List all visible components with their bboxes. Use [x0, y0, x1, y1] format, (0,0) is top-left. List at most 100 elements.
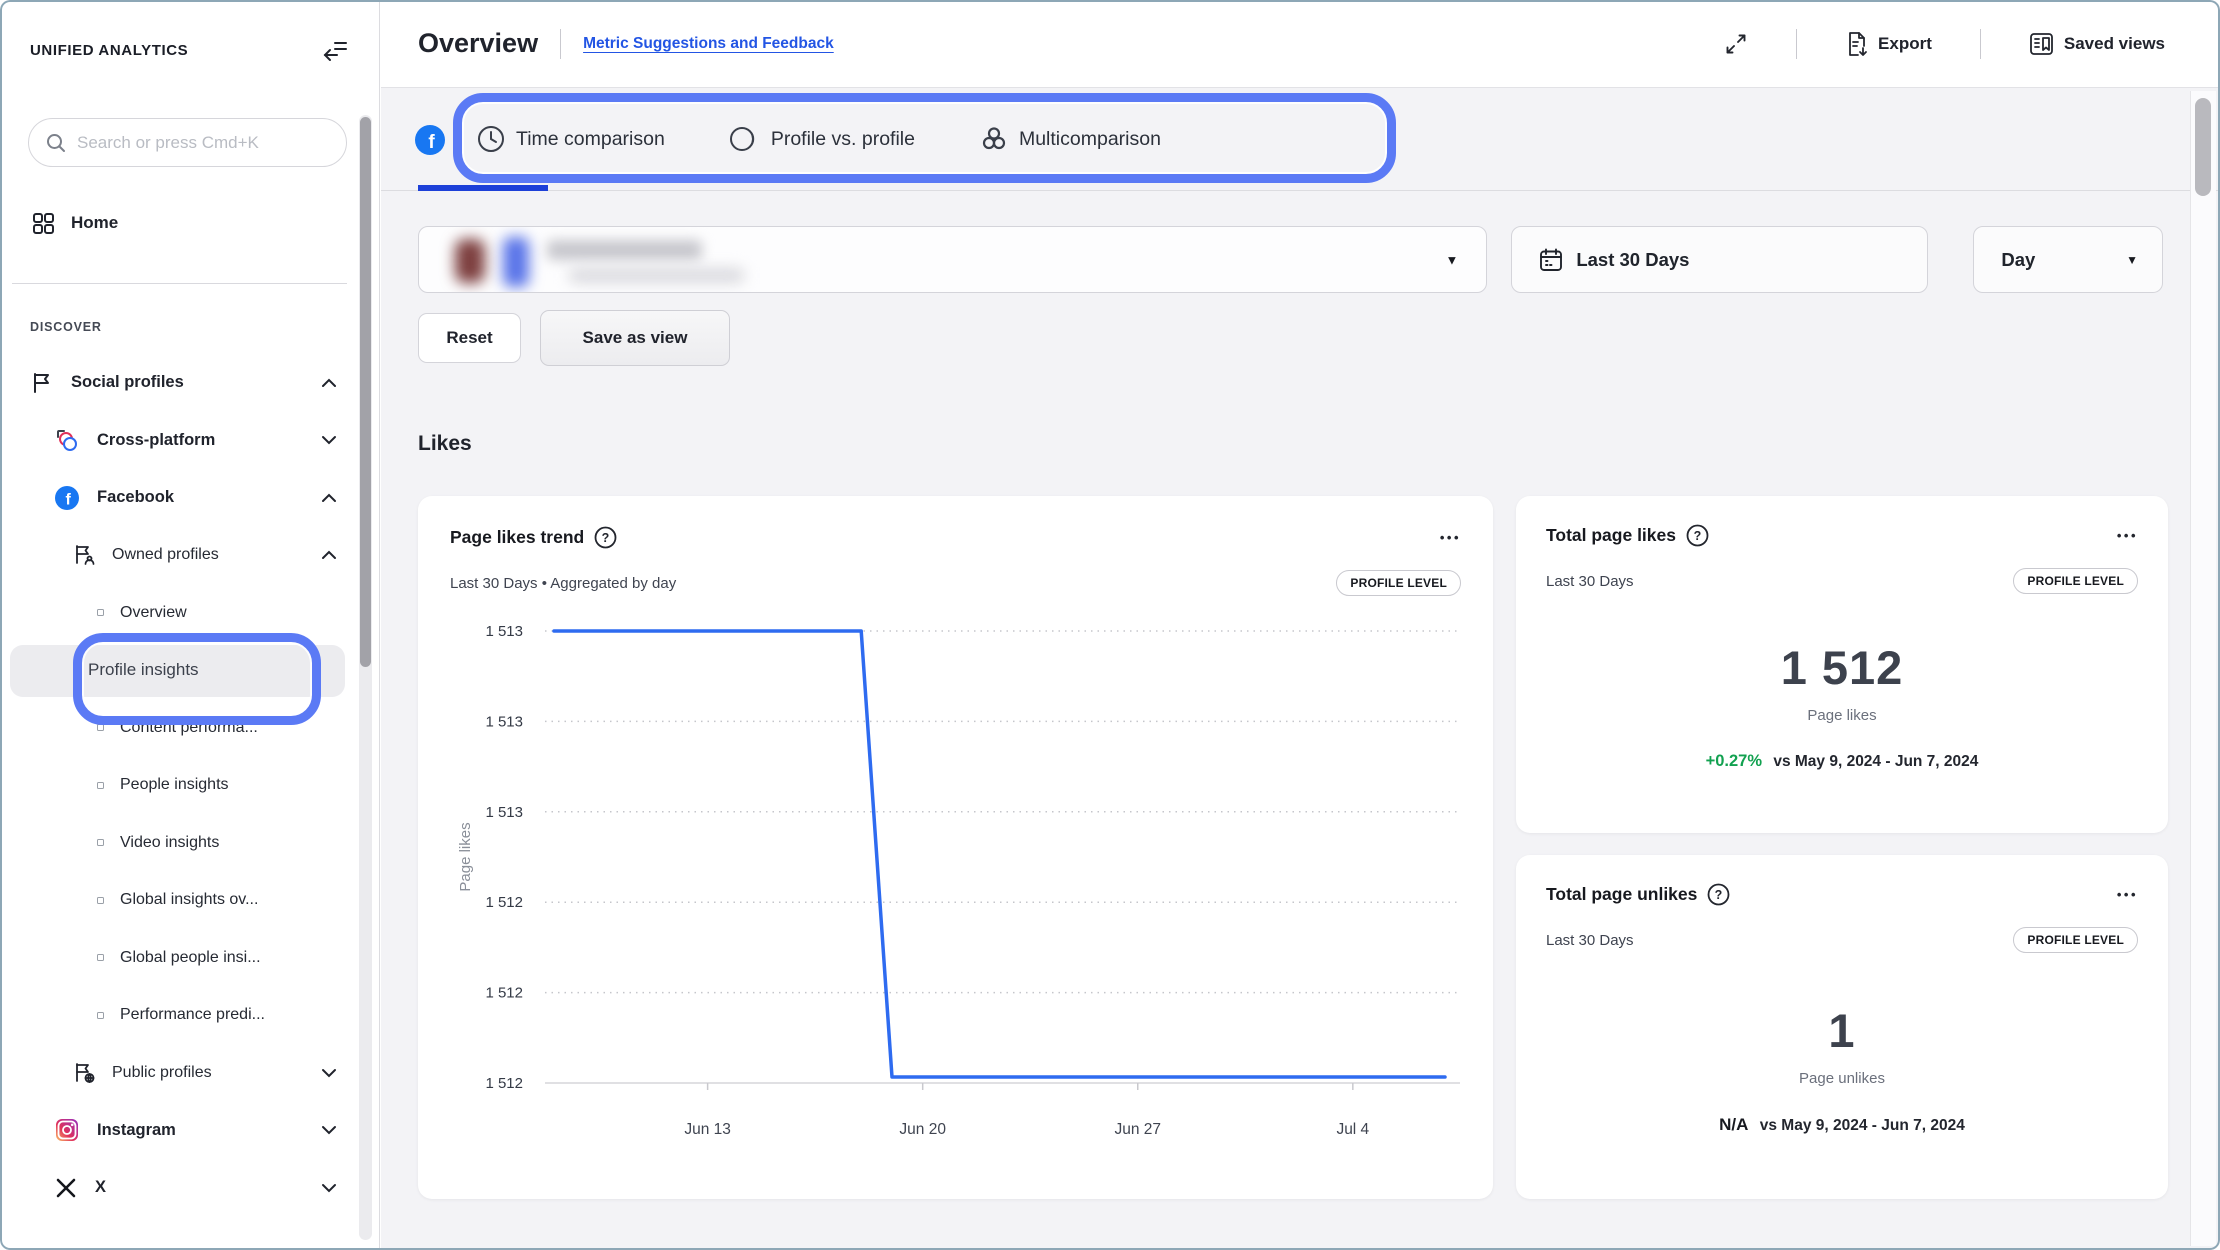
help-icon[interactable]: ?	[1707, 883, 1730, 906]
cross-platform-icon	[54, 427, 80, 453]
page-likes-trend-chart: 1 5131 5131 5131 5121 5121 512Jun 13Jun …	[450, 602, 1461, 1162]
dropdown-caret-icon: ▼	[1445, 252, 1458, 267]
search-box[interactable]	[28, 118, 347, 167]
svg-text:1 512: 1 512	[485, 1075, 523, 1092]
svg-text:1 513: 1 513	[485, 713, 523, 730]
expand-fullscreen-icon[interactable]	[1724, 32, 1748, 56]
help-icon[interactable]: ?	[1686, 524, 1709, 547]
sidebar-item-cross-platform[interactable]: Cross-platform	[0, 412, 379, 470]
sidebar-nav: Social profiles Cross-platform	[0, 354, 379, 1217]
page-likes-trend-card: Page likes trend ? ••• Last 30 Days • Ag…	[418, 496, 1493, 1199]
total-page-unlikes-value: 1	[1546, 1003, 2138, 1058]
clock-icon	[476, 124, 506, 154]
help-icon[interactable]: ?	[594, 526, 617, 549]
card-menu-icon[interactable]: •••	[2117, 528, 2138, 543]
card-menu-icon[interactable]: •••	[1440, 530, 1461, 545]
svg-text:?: ?	[1694, 529, 1702, 543]
square-bullet-icon	[97, 839, 104, 846]
chart-card-title: Page likes trend	[450, 527, 584, 548]
half-circle-icon	[729, 124, 761, 154]
page-header: Overview Metric Suggestions and Feedback	[381, 0, 2220, 88]
sidebar-item-x[interactable]: X	[0, 1159, 379, 1217]
delta-value: N/A	[1719, 1115, 1748, 1134]
public-profiles-icon	[73, 1061, 97, 1085]
chevron-down-icon[interactable]	[319, 1120, 339, 1140]
calendar-icon	[1538, 247, 1564, 273]
export-button[interactable]: Export	[1845, 31, 1932, 57]
profile-level-badge: PROFILE LEVEL	[2013, 568, 2138, 594]
sidebar-item-facebook[interactable]: f Facebook	[0, 469, 379, 527]
sidebar-item-home[interactable]: Home	[0, 203, 379, 243]
header-divider	[1796, 29, 1797, 59]
square-bullet-icon	[97, 724, 104, 731]
sidebar: UNIFIED ANALYTICS	[0, 0, 380, 1250]
sidebar-item-content-performance[interactable]: Content performa...	[0, 699, 379, 757]
chevron-up-icon[interactable]	[319, 545, 339, 565]
collapse-sidebar-icon[interactable]	[321, 36, 349, 64]
total-page-likes-value: 1 512	[1546, 640, 2138, 695]
delta-value: +0.27%	[1706, 752, 1762, 770]
svg-text:Page likes: Page likes	[457, 822, 474, 891]
metric-label: Page unlikes	[1546, 1070, 2138, 1087]
sidebar-item-social-profiles[interactable]: Social profiles	[0, 354, 379, 412]
blurred-avatar	[503, 237, 529, 287]
sidebar-item-performance-prediction[interactable]: Performance predi...	[0, 987, 379, 1045]
svg-text:f: f	[428, 132, 435, 153]
square-bullet-icon	[97, 782, 104, 789]
comparison-tabs: Time comparison Profile vs. profile	[476, 88, 1161, 190]
delta-row: +0.27% vs May 9, 2024 - Jun 7, 2024	[1546, 752, 2138, 771]
svg-text:Jun 27: Jun 27	[1114, 1121, 1161, 1138]
svg-text:1 512: 1 512	[485, 985, 523, 1002]
flag-icon	[30, 371, 54, 395]
svg-text:?: ?	[1715, 888, 1723, 902]
metric-cards-column: Total page likes ? ••• Last 30 Days	[1516, 496, 2168, 1199]
sidebar-item-global-insights[interactable]: Global insights ov...	[0, 872, 379, 930]
card-menu-icon[interactable]: •••	[2117, 887, 2138, 902]
sidebar-item-people-insights[interactable]: People insights	[0, 757, 379, 815]
main-scrollbar[interactable]	[2190, 91, 2216, 1246]
facebook-icon: f	[54, 485, 80, 511]
multi-circles-icon	[979, 124, 1009, 154]
filter-row: ▼ Last 30 Days Day	[418, 226, 2163, 293]
facebook-platform-tab[interactable]: f	[415, 125, 445, 155]
main-scrollbar-thumb[interactable]	[2195, 98, 2211, 196]
svg-text:1 513: 1 513	[485, 623, 523, 640]
sidebar-item-video-insights[interactable]: Video insights	[0, 814, 379, 872]
instagram-icon	[54, 1117, 80, 1143]
sidebar-item-instagram[interactable]: Instagram	[0, 1102, 379, 1160]
date-range-button[interactable]: Last 30 Days	[1511, 226, 1928, 293]
svg-text:Jul 4: Jul 4	[1336, 1121, 1369, 1138]
metric-label: Page likes	[1546, 707, 2138, 724]
granularity-value: Day	[2001, 249, 2035, 271]
chevron-up-icon[interactable]	[319, 488, 339, 508]
chevron-up-icon[interactable]	[319, 373, 339, 393]
granularity-select[interactable]: Day ▼	[1973, 226, 2163, 293]
sidebar-item-public-profiles[interactable]: Public profiles	[0, 1044, 379, 1102]
export-label: Export	[1878, 34, 1932, 54]
chevron-down-icon[interactable]	[319, 1063, 339, 1083]
chevron-down-icon[interactable]	[319, 1178, 339, 1198]
sidebar-item-overview[interactable]: Overview	[0, 584, 379, 642]
saved-views-button[interactable]: Saved views	[2029, 32, 2165, 56]
sidebar-scrollbar-thumb[interactable]	[360, 117, 371, 667]
tab-multicomparison[interactable]: Multicomparison	[979, 124, 1161, 154]
svg-text:f: f	[66, 491, 72, 508]
square-bullet-icon	[97, 609, 104, 616]
sidebar-item-global-people-insights[interactable]: Global people insi...	[0, 929, 379, 987]
sidebar-item-profile-insights[interactable]: Profile insights	[0, 642, 379, 700]
page-content: ▼ Last 30 Days Day	[381, 226, 2220, 1199]
metric-suggestions-link[interactable]: Metric Suggestions and Feedback	[583, 35, 834, 53]
reset-button[interactable]: Reset	[418, 313, 521, 363]
blurred-avatar	[455, 239, 485, 283]
profile-selector-dropdown[interactable]: ▼	[418, 226, 1487, 293]
search-input[interactable]	[77, 133, 330, 153]
tab-time-comparison[interactable]: Time comparison	[476, 124, 665, 154]
sidebar-item-owned-profiles[interactable]: Owned profiles	[0, 527, 379, 585]
x-logo-icon	[54, 1176, 78, 1200]
date-range-value: Last 30 Days	[1576, 249, 1689, 271]
tab-profile-vs-profile[interactable]: Profile vs. profile	[729, 124, 915, 154]
sidebar-scrollbar[interactable]	[359, 115, 372, 1240]
saved-views-label: Saved views	[2064, 34, 2165, 54]
chevron-down-icon[interactable]	[319, 430, 339, 450]
save-as-view-button[interactable]: Save as view	[540, 310, 730, 366]
